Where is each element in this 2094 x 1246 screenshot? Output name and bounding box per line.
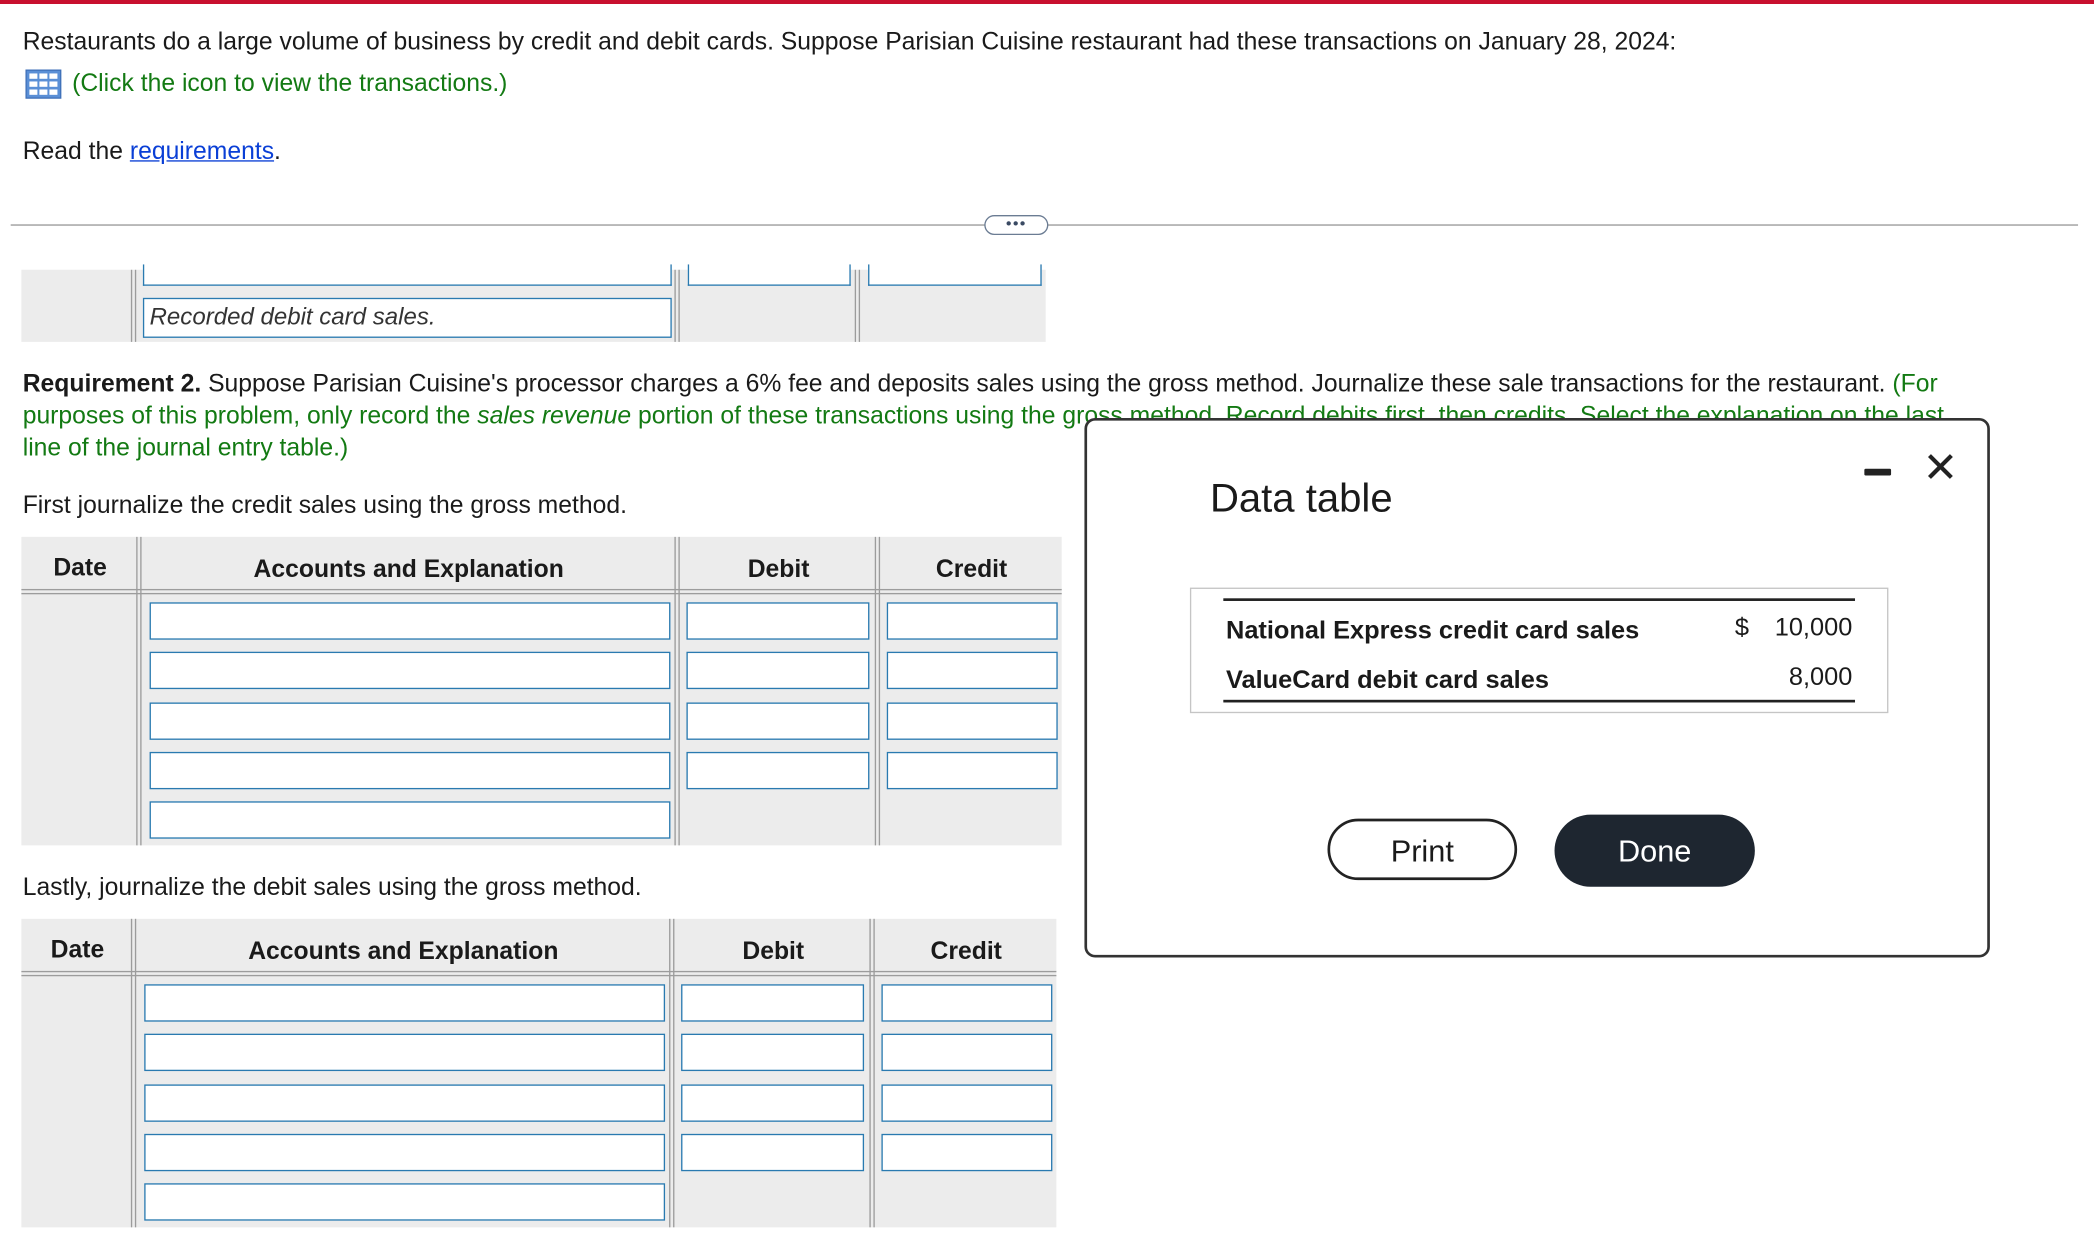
credit-account-input-4[interactable] — [149, 751, 671, 790]
data-table-icon[interactable] — [25, 69, 62, 99]
top-accent-bar — [0, 0, 2094, 5]
period: . — [274, 136, 281, 165]
header-rule — [21, 588, 1062, 595]
prior-explanation-field[interactable]: Recorded debit card sales. — [142, 297, 672, 338]
intro-text: Restaurants do a large volume of busines… — [22, 26, 1677, 55]
header-date: Date — [50, 934, 105, 963]
print-button[interactable]: Print — [1327, 818, 1518, 881]
col-divider — [674, 269, 680, 342]
credit-debit-input-2[interactable] — [686, 651, 870, 690]
expand-ellipsis-button[interactable]: ••• — [984, 215, 1049, 236]
modal-title: Data table — [1209, 476, 1393, 521]
prior-debit-input[interactable] — [687, 264, 851, 286]
col-divider — [869, 918, 875, 1228]
col-divider — [874, 536, 881, 846]
debit-debit-input-1[interactable] — [681, 984, 865, 1022]
header-accounts: Accounts and Explanation — [248, 936, 559, 965]
requirement2-text: Suppose Parisian Cuisine's processor cha… — [201, 368, 1886, 397]
minimize-icon[interactable] — [1864, 468, 1892, 476]
debit-credit-input-1[interactable] — [881, 984, 1053, 1022]
credit-journal-table: Date Accounts and Explanation Debit Cred… — [21, 536, 1062, 846]
credit-credit-input-1[interactable] — [886, 602, 1058, 640]
col-divider — [136, 536, 142, 846]
read-requirements-line: Read the requirements. — [23, 135, 281, 167]
prior-account-input[interactable] — [142, 264, 672, 286]
header-date: Date — [53, 552, 107, 581]
debit-account-input-1[interactable] — [144, 984, 666, 1022]
credit-explanation-input[interactable] — [149, 801, 671, 839]
read-the-label: Read the — [22, 136, 123, 165]
transactions-table: National Express credit card sales $ 10,… — [1189, 587, 1889, 714]
header-rule — [21, 970, 1057, 977]
prior-credit-input[interactable] — [868, 264, 1042, 286]
row-currency: $ — [1734, 614, 1749, 643]
debit-explanation-input[interactable] — [144, 1183, 666, 1221]
credit-credit-input-3[interactable] — [886, 702, 1058, 740]
col-divider — [669, 918, 675, 1228]
table-top-rule — [1223, 598, 1856, 601]
table-bottom-rule — [1223, 699, 1856, 702]
debit-credit-input-4[interactable] — [881, 1133, 1053, 1172]
header-credit: Credit — [930, 936, 1002, 965]
credit-account-input-3[interactable] — [149, 702, 671, 740]
click-icon-text[interactable]: (Click the icon to view the transactions… — [72, 67, 507, 99]
col-divider — [130, 269, 137, 342]
col-divider — [854, 269, 861, 342]
credit-credit-input-2[interactable] — [886, 651, 1058, 690]
header-credit: Credit — [935, 554, 1008, 583]
debit-account-input-4[interactable] — [144, 1133, 666, 1172]
header-debit: Debit — [742, 936, 805, 965]
requirement2-green-2b: sales revenue — [477, 400, 632, 429]
debit-account-input-2[interactable] — [144, 1033, 666, 1072]
col-divider — [674, 536, 680, 846]
credit-account-input-2[interactable] — [149, 651, 671, 690]
requirement2-green-2a: purposes of this problem, only record th… — [22, 400, 478, 429]
debit-journal-table: Date Accounts and Explanation Debit Cred… — [21, 918, 1057, 1228]
header-accounts: Accounts and Explanation — [253, 554, 564, 583]
credit-account-input-1[interactable] — [149, 602, 671, 640]
credit-debit-input-1[interactable] — [686, 602, 870, 640]
requirement2-line1: Requirement 2. Suppose Parisian Cuisine'… — [23, 367, 1938, 399]
debit-sales-instruction: Lastly, journalize the debit sales using… — [22, 872, 642, 901]
requirement2-label: Requirement 2. — [22, 368, 202, 397]
row-label-debit-sales: ValueCard debit card sales — [1225, 666, 1549, 695]
debit-debit-input-4[interactable] — [681, 1133, 865, 1172]
data-table-modal: Data table ✕ National Express credit car… — [1084, 418, 1990, 958]
row-label-credit-sales: National Express credit card sales — [1225, 617, 1640, 646]
requirements-link[interactable]: requirements — [130, 136, 274, 164]
requirement2-line3: line of the journal entry table.) — [22, 432, 349, 461]
row-value-credit-sales: 10,000 — [1774, 614, 1853, 643]
credit-sales-instruction: First journalize the credit sales using … — [22, 490, 627, 519]
debit-credit-input-2[interactable] — [881, 1033, 1053, 1072]
credit-debit-input-3[interactable] — [686, 702, 870, 740]
debit-credit-input-3[interactable] — [881, 1084, 1053, 1122]
header-debit: Debit — [747, 554, 810, 583]
debit-debit-input-2[interactable] — [681, 1033, 865, 1072]
credit-credit-input-4[interactable] — [886, 751, 1058, 790]
col-divider — [130, 918, 137, 1228]
page: Restaurants do a large volume of busines… — [0, 0, 2094, 1245]
done-button[interactable]: Done — [1554, 814, 1755, 887]
credit-debit-input-4[interactable] — [686, 751, 870, 790]
debit-account-input-3[interactable] — [144, 1084, 666, 1122]
requirement2-green-start: (For — [1885, 368, 1938, 397]
debit-debit-input-3[interactable] — [681, 1084, 865, 1122]
close-icon[interactable]: ✕ — [1920, 445, 1960, 490]
prior-entry-table: Recorded debit card sales. — [21, 264, 1046, 342]
row-value-debit-sales: 8,000 — [1788, 663, 1853, 692]
